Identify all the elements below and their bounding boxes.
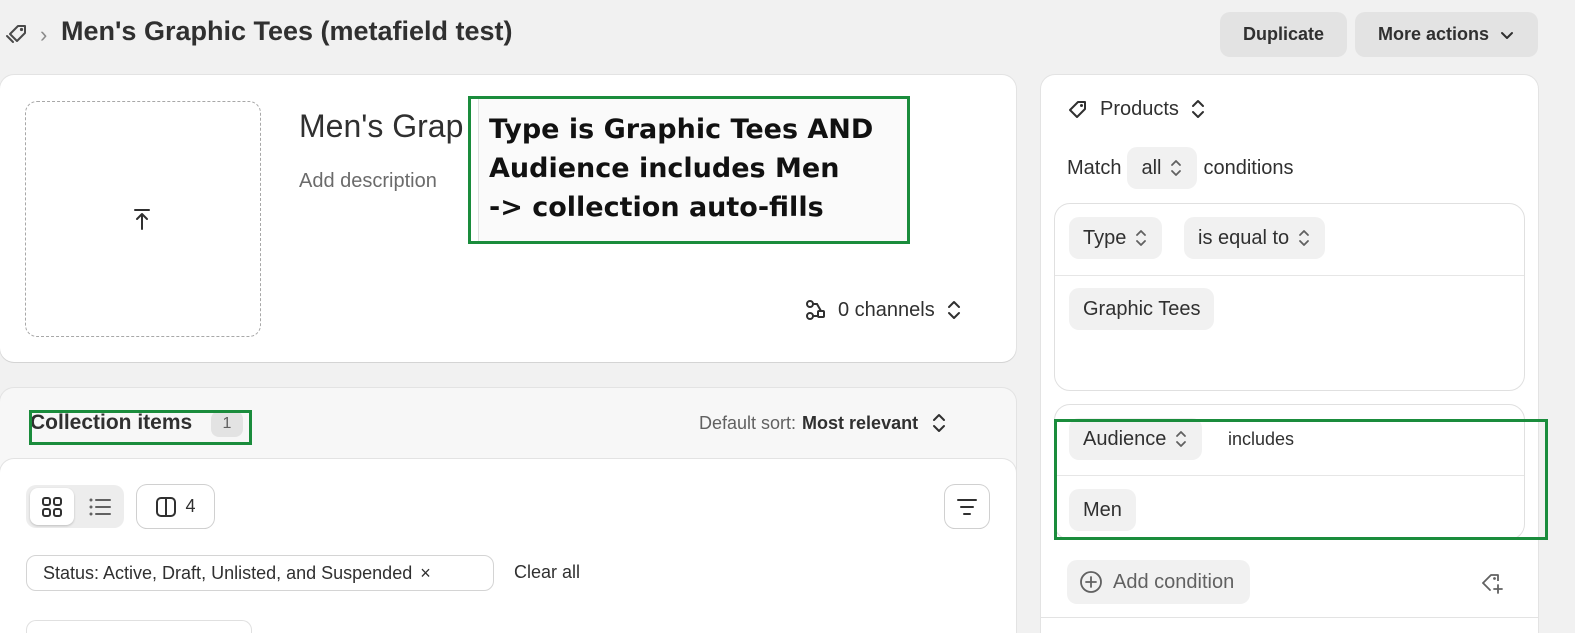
breadcrumb-chevron-icon: › — [40, 22, 48, 47]
divider — [1055, 275, 1524, 276]
channels-selector[interactable]: 0 channels — [804, 298, 963, 322]
sort-value: Most relevant — [802, 412, 919, 433]
grid-icon — [42, 496, 62, 517]
list-view-button[interactable] — [78, 488, 122, 525]
channels-label: 0 channels — [838, 298, 935, 321]
annotation-highlight-audience — [1054, 419, 1548, 540]
columns-icon — [156, 496, 177, 517]
tag-icon — [1069, 101, 1086, 118]
remove-filter-icon[interactable]: × — [420, 563, 431, 584]
match-suffix: conditions — [1203, 156, 1294, 179]
tag-add-icon[interactable] — [1478, 569, 1506, 597]
sort-prefix: Default sort: — [699, 412, 797, 433]
scope-label: Products — [1100, 97, 1179, 120]
columns-button[interactable]: 4 — [137, 485, 214, 528]
plus-circle-icon — [1080, 571, 1102, 593]
select-chevron-icon — [933, 414, 946, 432]
status-filter-label: Status: Active, Draft, Unlisted, and Sus… — [43, 562, 413, 583]
add-condition-button[interactable]: Add condition — [1067, 560, 1251, 604]
channels-icon — [806, 300, 825, 320]
collection-title-field[interactable]: Men's Grap — [299, 108, 463, 145]
select-chevron-icon — [947, 301, 960, 319]
match-row: Match all conditions — [1067, 147, 1294, 189]
match-select[interactable]: all — [1127, 147, 1198, 189]
annotation-highlight-collection-items — [29, 410, 252, 445]
columns-count: 4 — [185, 496, 196, 516]
divider — [1041, 617, 1538, 618]
rule1-value: Graphic Tees — [1083, 297, 1201, 320]
select-chevron-icon — [1136, 230, 1147, 246]
grid-view-button[interactable] — [30, 488, 74, 525]
select-chevron-icon — [1191, 100, 1204, 118]
product-card-stub — [26, 620, 252, 633]
status-filter-pill[interactable]: Status: Active, Draft, Unlisted, and Sus… — [26, 555, 494, 591]
select-chevron-icon — [1299, 230, 1310, 246]
page-title: Men's Graphic Tees (metafield test) — [61, 16, 513, 46]
upload-icon — [128, 205, 156, 233]
list-icon — [89, 498, 111, 515]
annotation-text: Type is Graphic Tees AND Audience includ… — [489, 114, 874, 223]
description-field[interactable]: Add description — [299, 170, 437, 193]
filter-sort-button[interactable] — [945, 485, 989, 528]
type-value-chip[interactable]: Graphic Tees — [1069, 288, 1215, 330]
more-actions-button[interactable]: More actions — [1355, 12, 1538, 57]
sort-selector[interactable]: Default sort: Most relevant — [699, 412, 948, 434]
tag-icon[interactable] — [4, 20, 32, 48]
rule1-operator: is equal to — [1198, 226, 1290, 249]
rule1-field: Type — [1083, 226, 1127, 249]
select-chevron-icon — [1171, 160, 1182, 176]
type-field-select[interactable]: Type — [1069, 217, 1163, 259]
duplicate-button[interactable]: Duplicate — [1220, 12, 1347, 57]
filter-icon — [957, 498, 977, 515]
clear-all-link[interactable]: Clear all — [514, 562, 580, 583]
operator-select[interactable]: is equal to — [1184, 217, 1326, 259]
chevron-down-icon — [1501, 31, 1514, 39]
match-value: all — [1141, 156, 1162, 179]
add-condition-label: Add condition — [1113, 570, 1235, 593]
match-prefix: Match — [1067, 156, 1122, 179]
scope-selector[interactable]: Products — [1066, 97, 1207, 121]
more-actions-label: More actions — [1377, 24, 1490, 44]
